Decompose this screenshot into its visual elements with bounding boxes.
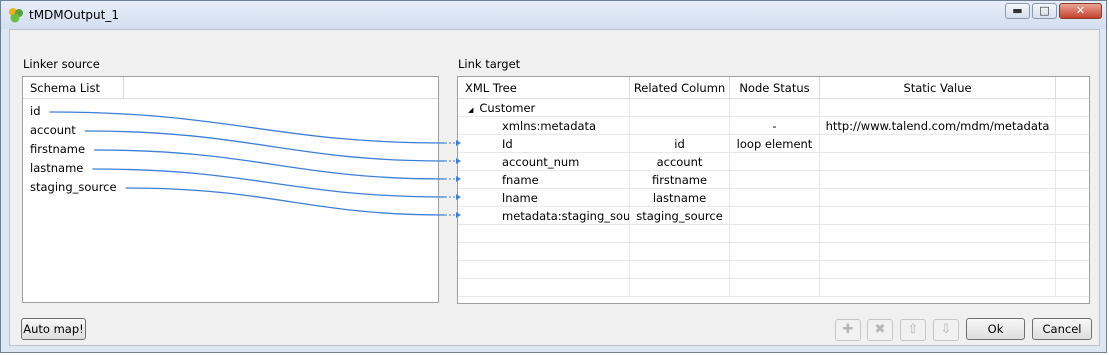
window-title: tMDMOutput_1 (29, 8, 119, 22)
link-arrow-icon (456, 158, 461, 164)
add-icon: ✚ (842, 322, 854, 337)
link-curve (49, 111, 446, 144)
delete-button[interactable]: ✖ (867, 319, 893, 341)
move-down-button[interactable]: ⇩ (933, 319, 959, 341)
maximize-icon: □ (1039, 4, 1050, 17)
add-button[interactable]: ✚ (835, 319, 861, 341)
talend-component-icon (9, 8, 23, 23)
link-curve (94, 149, 446, 180)
delete-icon: ✖ (874, 322, 886, 337)
cancel-button[interactable]: Cancel (1032, 318, 1092, 340)
close-button[interactable]: ✕ (1059, 3, 1102, 19)
minimize-button[interactable]: ▬ (1005, 3, 1030, 19)
link-lines (49, 111, 461, 218)
move-up-button[interactable]: ⇧ (900, 319, 926, 341)
maximize-button[interactable]: □ (1032, 3, 1057, 19)
title-bar[interactable]: tMDMOutput_1 ▬ □ ✕ (1, 1, 1106, 29)
link-arrow-icon (456, 176, 461, 182)
move-down-icon: ⇩ (940, 322, 952, 337)
link-arrow-icon (456, 140, 461, 146)
link-arrow-icon (456, 194, 461, 200)
link-curve (92, 168, 446, 198)
close-icon: ✕ (1075, 4, 1086, 17)
link-arrow-icon (456, 212, 461, 218)
dialog-window: tMDMOutput_1 ▬ □ ✕ Linker source Link ta… (0, 0, 1107, 353)
ok-button[interactable]: Ok (966, 318, 1025, 340)
link-curve (84, 130, 446, 162)
auto-map-button[interactable]: Auto map! (21, 318, 86, 340)
dialog-client-area: Linker source Link target Schema List id… (9, 29, 1100, 346)
move-up-icon: ⇧ (907, 322, 919, 337)
link-curve (125, 187, 446, 216)
minimize-icon: ▬ (1012, 4, 1023, 17)
